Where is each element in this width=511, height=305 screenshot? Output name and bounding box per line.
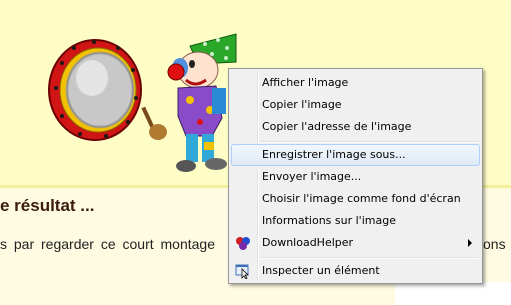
menu-item-set-as-wallpaper[interactable]: Choisir l'image comme fond d'écran (231, 188, 480, 210)
menu-item-label: Informations sur l'image (262, 214, 396, 227)
body-paragraph-left: s par regarder ce court montage (0, 236, 215, 252)
menu-item-label: Enregistrer l'image sous... (262, 148, 406, 161)
menu-separator (260, 141, 478, 143)
section-heading: e résultat ... (0, 196, 95, 215)
menu-item-send-image[interactable]: Envoyer l'image... (231, 166, 480, 188)
menu-item-view-image[interactable]: Afficher l'image (231, 72, 480, 94)
image-context-menu: Afficher l'image Copier l'image Copier l… (228, 68, 483, 284)
menu-item-label: DownloadHelper (262, 236, 354, 249)
menu-separator (260, 257, 478, 259)
clown-drum-image[interactable] (40, 18, 250, 188)
menu-item-image-info[interactable]: Informations sur l'image (231, 210, 480, 232)
menu-item-label: Envoyer l'image... (262, 170, 362, 183)
body-paragraph-right: ons (483, 236, 506, 252)
menu-item-save-image-as[interactable]: Enregistrer l'image sous... (231, 144, 480, 166)
menu-item-label: Copier l'adresse de l'image (262, 120, 412, 133)
menu-item-inspect-element[interactable]: Inspecter un élément (231, 260, 480, 282)
menu-item-copy-image-address[interactable]: Copier l'adresse de l'image (231, 116, 480, 138)
menu-item-label: Afficher l'image (262, 76, 349, 89)
menu-item-label: Choisir l'image comme fond d'écran (262, 192, 461, 205)
page-white-area (395, 282, 511, 305)
menu-item-label: Inspecter un élément (262, 264, 380, 277)
inspect-element-icon (235, 264, 249, 279)
downloadhelper-icon (236, 237, 250, 250)
menu-item-downloadhelper[interactable]: DownloadHelper (231, 232, 480, 254)
submenu-arrow-icon (468, 239, 472, 247)
menu-item-label: Copier l'image (262, 98, 342, 111)
menu-item-copy-image[interactable]: Copier l'image (231, 94, 480, 116)
